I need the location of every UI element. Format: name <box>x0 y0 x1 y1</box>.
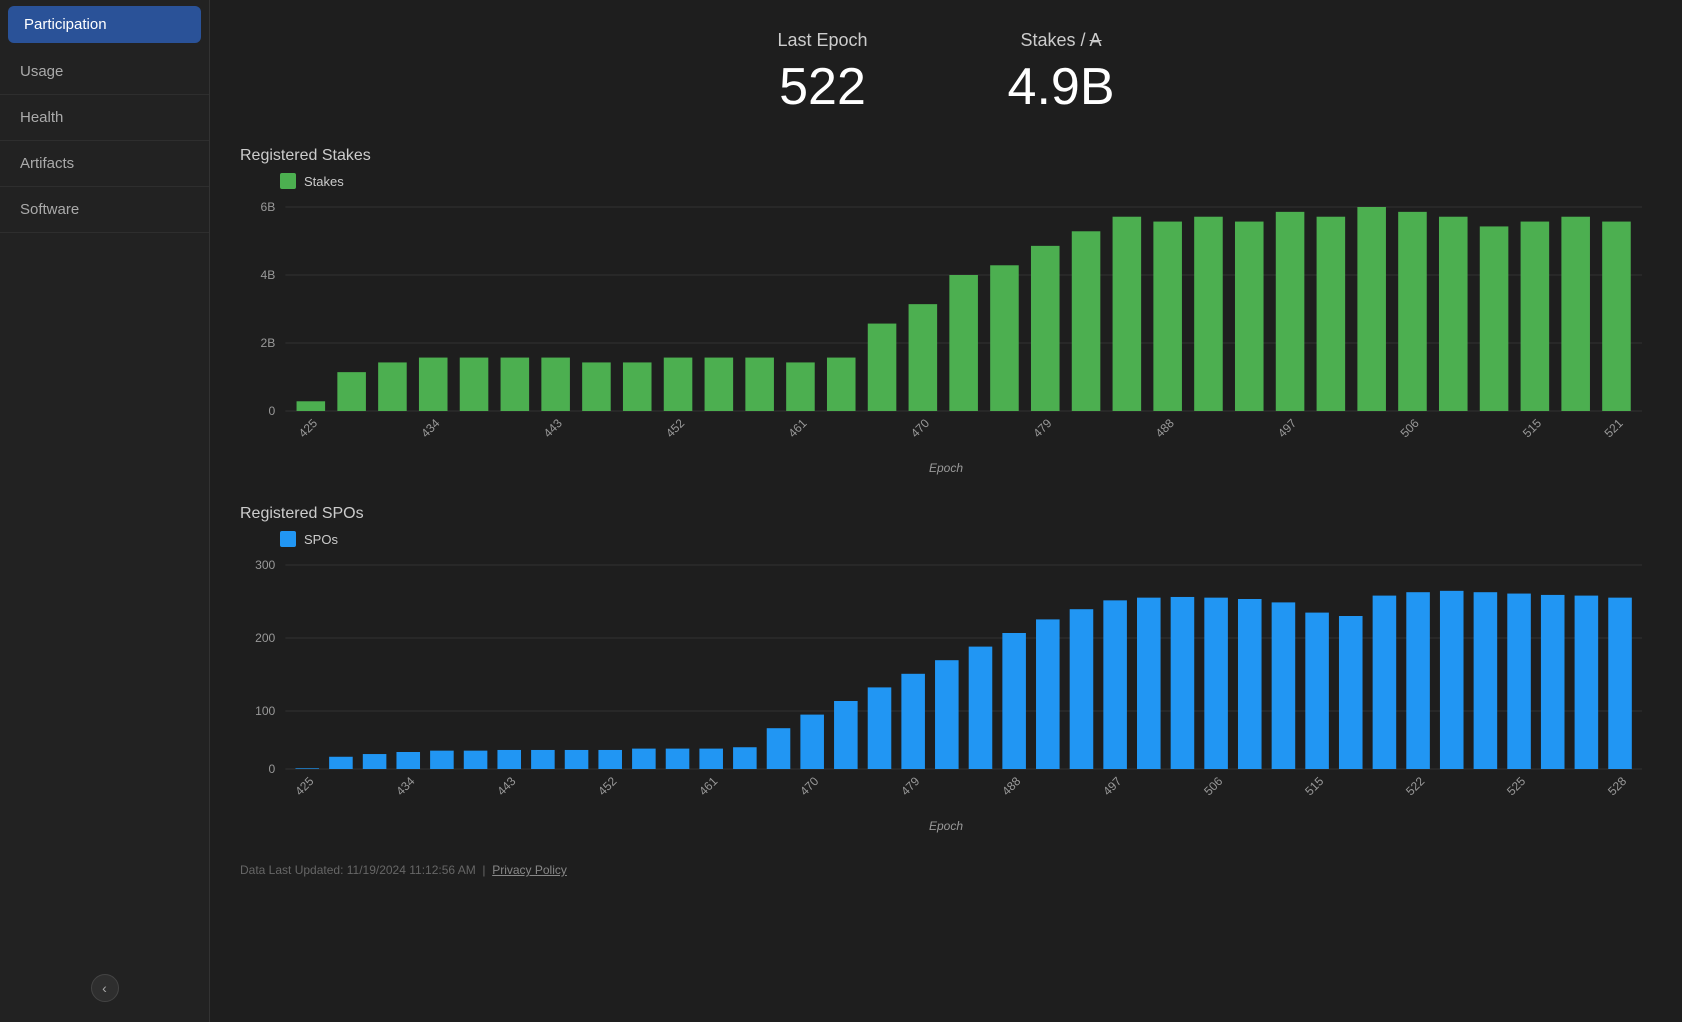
svg-text:452: 452 <box>595 774 619 798</box>
registered-spos-title: Registered SPOs <box>240 505 1652 523</box>
last-epoch-stat: Last Epoch 522 <box>777 30 867 117</box>
spos-legend-label: SPOs <box>304 532 338 547</box>
stakes-stat: Stakes / A 4.9B <box>1008 30 1115 117</box>
footer-text: Data Last Updated: 11/19/2024 11:12:56 A… <box>240 863 476 877</box>
stakes-chart: 6B 4B 2B 0 425 434 443 452 461 470 479 488 497 50… <box>240 197 1652 457</box>
svg-text:434: 434 <box>393 774 417 798</box>
spos-chart: 300 200 100 0 425 434 443 452 461 470 479 488 49… <box>240 555 1652 815</box>
svg-text:515: 515 <box>1520 416 1544 440</box>
main-content: Last Epoch 522 Stakes / A 4.9B Registere… <box>210 0 1682 1022</box>
svg-text:425: 425 <box>292 774 316 798</box>
svg-text:6B: 6B <box>260 200 275 214</box>
svg-text:461: 461 <box>696 774 720 798</box>
svg-text:488: 488 <box>1153 416 1177 440</box>
stakes-value: 4.9B <box>1008 57 1115 117</box>
sidebar-item-participation[interactable]: Participation <box>8 6 201 43</box>
svg-text:515: 515 <box>1302 774 1326 798</box>
sidebar-item-usage[interactable]: Usage <box>0 49 209 95</box>
stakes-chart-svg: 6B 4B 2B 0 425 434 443 452 461 470 479 488 497 50… <box>240 197 1652 457</box>
stakes-legend-label: Stakes <box>304 174 344 189</box>
last-epoch-value: 522 <box>777 57 867 117</box>
svg-text:470: 470 <box>908 416 932 440</box>
svg-text:2B: 2B <box>260 336 275 350</box>
svg-text:522: 522 <box>1403 774 1427 798</box>
spos-legend: SPOs <box>280 531 1652 547</box>
svg-text:488: 488 <box>999 774 1023 798</box>
svg-text:434: 434 <box>418 416 442 440</box>
stakes-x-axis-label: Epoch <box>240 461 1652 475</box>
svg-text:479: 479 <box>1030 416 1054 440</box>
svg-text:506: 506 <box>1398 416 1422 440</box>
svg-text:461: 461 <box>785 416 809 440</box>
svg-text:528: 528 <box>1605 774 1629 798</box>
sidebar-item-health[interactable]: Health <box>0 95 209 141</box>
spos-chart-svg: 300 200 100 0 425 434 443 452 461 470 479 488 49… <box>240 555 1652 815</box>
registered-stakes-title: Registered Stakes <box>240 147 1652 165</box>
last-epoch-label: Last Epoch <box>777 30 867 51</box>
sidebar-collapse-button[interactable]: ‹ <box>91 974 119 1002</box>
sidebar: Participation Usage Health Artifacts Sof… <box>0 0 210 1022</box>
stakes-legend-box <box>280 173 296 189</box>
spos-x-axis-label: Epoch <box>240 819 1652 833</box>
stats-header: Last Epoch 522 Stakes / A 4.9B <box>240 20 1652 117</box>
svg-text:479: 479 <box>898 774 922 798</box>
svg-text:300: 300 <box>255 558 275 572</box>
svg-text:470: 470 <box>797 774 821 798</box>
svg-text:443: 443 <box>494 774 518 798</box>
sidebar-item-artifacts[interactable]: Artifacts <box>0 141 209 187</box>
sidebar-item-software[interactable]: Software <box>0 187 209 233</box>
privacy-policy-link[interactable]: Privacy Policy <box>492 863 567 877</box>
spos-legend-box <box>280 531 296 547</box>
svg-text:0: 0 <box>269 404 276 418</box>
svg-text:4B: 4B <box>260 268 275 282</box>
stakes-label: Stakes / A <box>1008 30 1115 51</box>
svg-text:506: 506 <box>1201 774 1225 798</box>
footer: Data Last Updated: 11/19/2024 11:12:56 A… <box>240 863 1652 877</box>
registered-stakes-section: Registered Stakes Stakes 6B 4B 2B 0 425 4… <box>240 147 1652 475</box>
svg-text:497: 497 <box>1100 774 1124 798</box>
svg-text:525: 525 <box>1504 774 1528 798</box>
svg-text:100: 100 <box>255 704 275 718</box>
registered-spos-section: Registered SPOs SPOs 300 200 100 0 425 43… <box>240 505 1652 833</box>
svg-text:521: 521 <box>1602 416 1626 440</box>
svg-text:443: 443 <box>541 416 565 440</box>
stakes-legend: Stakes <box>280 173 1652 189</box>
svg-text:452: 452 <box>663 416 687 440</box>
svg-text:425: 425 <box>296 416 320 440</box>
svg-text:200: 200 <box>255 631 275 645</box>
svg-text:497: 497 <box>1275 416 1299 440</box>
svg-text:0: 0 <box>269 762 276 776</box>
